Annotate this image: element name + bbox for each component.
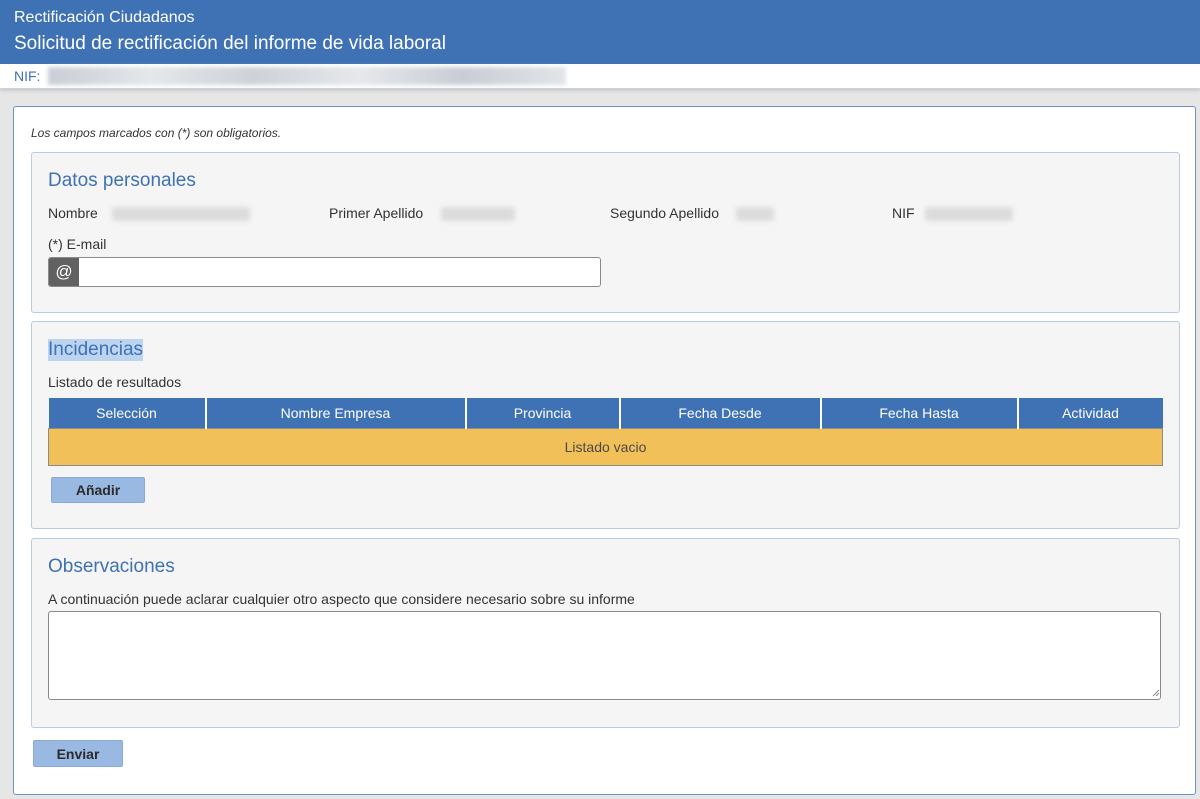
at-sign-icon: @ [49, 258, 79, 286]
results-list-label: Listado de resultados [48, 374, 182, 390]
personal-data-title: Datos personales [48, 170, 196, 191]
column-header-provincia[interactable]: Provincia [465, 398, 621, 429]
redacted-user-info [48, 67, 566, 85]
observaciones-description: A continuación puede aclarar cualquier o… [48, 591, 635, 607]
table-header-row: Selección Nombre Empresa Provincia Fecha… [48, 398, 1163, 429]
column-header-nombre-empresa[interactable]: Nombre Empresa [205, 398, 467, 429]
resize-grip-icon[interactable] [1152, 689, 1160, 697]
add-button[interactable]: Añadir [51, 477, 145, 503]
nif-label: NIF [892, 205, 915, 221]
redacted-segundo-apellido-value [736, 207, 774, 221]
observaciones-textarea[interactable] [48, 611, 1161, 700]
column-header-fecha-hasta[interactable]: Fecha Hasta [820, 398, 1019, 429]
empty-list-message: Listado vacio [48, 428, 1163, 466]
nombre-label: Nombre [48, 205, 98, 221]
observaciones-section: Observaciones A continuación puede aclar… [31, 538, 1180, 728]
primer-apellido-label: Primer Apellido [329, 205, 424, 221]
required-fields-note: Los campos marcados con (*) son obligato… [31, 126, 282, 140]
email-field[interactable] [80, 258, 603, 286]
form-card: Los campos marcados con (*) son obligato… [13, 106, 1196, 795]
personal-data-section: Datos personales Nombre Primer Apellido … [31, 152, 1180, 313]
redacted-nif-value [925, 207, 1013, 221]
column-header-actividad[interactable]: Actividad [1017, 398, 1163, 429]
incidencias-title: Incidencias [48, 339, 144, 361]
submit-button[interactable]: Enviar [33, 740, 123, 767]
segundo-apellido-label: Segundo Apellido [610, 205, 719, 221]
redacted-primer-apellido-value [441, 207, 515, 221]
nif-bar: NIF: [0, 64, 1200, 89]
incidencias-table: Selección Nombre Empresa Provincia Fecha… [48, 398, 1163, 466]
column-header-fecha-desde[interactable]: Fecha Desde [619, 398, 822, 429]
incidencias-section: Incidencias Listado de resultados Selecc… [31, 321, 1180, 529]
nif-bar-label: NIF: [14, 68, 41, 84]
observaciones-title: Observaciones [48, 556, 175, 577]
redacted-nombre-value [112, 207, 250, 221]
app-name: Rectificación Ciudadanos [14, 9, 195, 26]
column-header-seleccion[interactable]: Selección [48, 398, 207, 429]
email-label: (*) E-mail [48, 236, 107, 252]
app-header: Rectificación Ciudadanos Solicitud de re… [0, 0, 1200, 64]
email-field-group: @ [48, 257, 603, 287]
page-title: Solicitud de rectificación del informe d… [14, 33, 446, 54]
table-row: Listado vacio [48, 428, 1163, 466]
